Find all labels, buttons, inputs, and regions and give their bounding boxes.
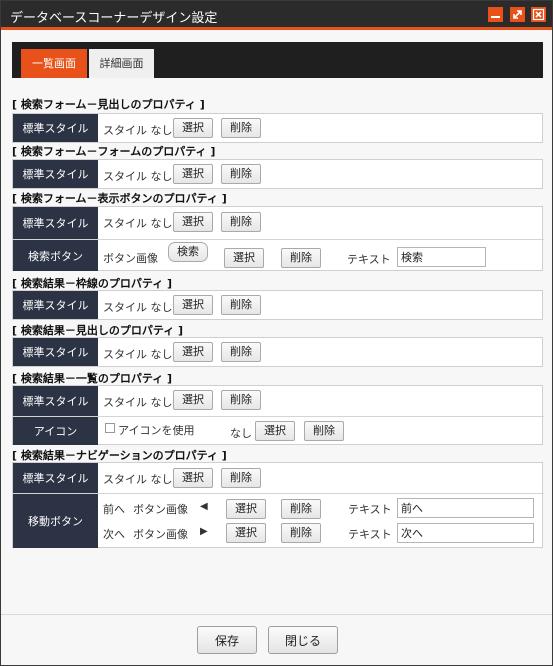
delete-button[interactable]: 削除 (221, 295, 261, 315)
section-title-search-button: [ 検索フォーム－表示ボタンのプロパティ ] (12, 192, 227, 205)
next-text-input[interactable] (397, 523, 534, 543)
next-arrow-icon: ▶ (200, 526, 208, 537)
text-label: テキスト (347, 253, 391, 266)
prev-select-button[interactable]: 選択 (226, 499, 266, 519)
delete-button[interactable]: 削除 (221, 164, 261, 184)
minimize-icon[interactable] (488, 7, 503, 22)
row-label-search-button: 検索ボタン (13, 240, 98, 271)
tab-bar: 一覧画面 詳細画面 (12, 42, 543, 78)
delete-button[interactable]: 削除 (221, 342, 261, 362)
style-row-result-heading: 標準スタイル スタイル なし 選択 削除 (12, 337, 543, 367)
style-value: スタイル なし (103, 473, 173, 486)
delete-button[interactable]: 削除 (221, 118, 261, 138)
next-select-button[interactable]: 選択 (226, 523, 266, 543)
next-delete-button[interactable]: 削除 (281, 523, 321, 543)
icon-none-text: なし (230, 427, 252, 440)
row-label: 標準スタイル (13, 114, 98, 142)
section-title-result-border: [ 検索結果－枠線のプロパティ ] (12, 277, 173, 290)
row-label: 標準スタイル (13, 207, 98, 239)
delete-button[interactable]: 削除 (221, 212, 261, 232)
section-title-result-navigation: [ 検索結果－ナビゲーションのプロパティ ] (12, 449, 227, 462)
next-image-text: ボタン画像 (133, 528, 188, 541)
prev-delete-button[interactable]: 削除 (281, 499, 321, 519)
select-button[interactable]: 選択 (255, 421, 295, 441)
use-icon-label: アイコンを使用 (118, 424, 195, 437)
section-title-result-list: [ 検索結果－一覧のプロパティ ] (12, 372, 173, 385)
select-button[interactable]: 選択 (173, 118, 213, 138)
row-label: 標準スタイル (13, 386, 98, 416)
select-button[interactable]: 選択 (173, 390, 213, 410)
style-value: スタイル なし (103, 170, 173, 183)
section-title-search-heading: [ 検索フォーム－見出しのプロパティ ] (12, 98, 205, 111)
delete-button[interactable]: 削除 (281, 248, 321, 268)
close-button[interactable]: 閉じる (268, 626, 338, 654)
tab-list-view[interactable]: 一覧画面 (21, 49, 87, 78)
select-button[interactable]: 選択 (173, 295, 213, 315)
prev-image-text: ボタン画像 (133, 503, 188, 516)
style-row-result-border: 標準スタイル スタイル なし 選択 削除 (12, 290, 543, 320)
dialog-footer: 保存 閉じる (1, 614, 552, 665)
style-value: スタイル なし (103, 124, 173, 137)
delete-button[interactable]: 削除 (221, 390, 261, 410)
row-label: 標準スタイル (13, 160, 98, 188)
use-icon-checkbox[interactable] (105, 423, 115, 433)
style-value: スタイル なし (103, 217, 173, 230)
search-button-text-input[interactable] (397, 247, 486, 267)
style-value: スタイル なし (103, 301, 173, 314)
next-direction-text: 次へ (103, 528, 125, 541)
title-bar[interactable]: データベースコーナーデザイン設定 (1, 1, 552, 30)
select-button[interactable]: 選択 (224, 248, 264, 268)
dialog-window: データベースコーナーデザイン設定 一覧画面 詳細画面 [ 検索フォーム－見出しの… (0, 0, 553, 666)
delete-button[interactable]: 削除 (221, 468, 261, 488)
select-button[interactable]: 選択 (173, 468, 213, 488)
style-row-search-button: 標準スタイル スタイル なし 選択 削除 検索ボタン ボタン画像 検索 選択 削… (12, 206, 544, 271)
maximize-icon[interactable] (510, 7, 525, 22)
window-title: データベースコーナーデザイン設定 (10, 11, 218, 26)
row-label-icon: アイコン (13, 417, 98, 445)
select-button[interactable]: 選択 (173, 212, 213, 232)
tab-detail-view[interactable]: 詳細画面 (89, 49, 154, 78)
style-row-result-navigation: 標準スタイル スタイル なし 選択 削除 移動ボタン 前へ ボタン画像 ◀ 選択… (12, 462, 544, 548)
delete-button[interactable]: 削除 (304, 421, 344, 441)
button-image-text: ボタン画像 (103, 252, 158, 265)
section-title-result-heading: [ 検索結果－見出しのプロパティ ] (12, 324, 184, 337)
prev-text-label: テキスト (348, 503, 392, 516)
next-text-label: テキスト (348, 528, 392, 541)
style-row-search-form: 標準スタイル スタイル なし 選択 削除 (12, 159, 543, 189)
row-label-move-button: 移動ボタン (13, 494, 98, 548)
prev-arrow-icon: ◀ (200, 501, 208, 512)
style-row-search-heading: 標準スタイル スタイル なし 選択 削除 (12, 113, 543, 143)
prev-direction-text: 前へ (103, 503, 125, 516)
prev-text-input[interactable] (397, 498, 534, 518)
style-row-result-list: 標準スタイル スタイル なし 選択 削除 アイコン アイコンを使用 なし 選択 … (12, 385, 544, 445)
row-label: 標準スタイル (13, 463, 98, 493)
row-label: 標準スタイル (13, 338, 98, 366)
section-title-search-form: [ 検索フォーム－フォームのプロパティ ] (12, 145, 216, 158)
style-value: スタイル なし (103, 396, 173, 409)
select-button[interactable]: 選択 (173, 164, 213, 184)
select-button[interactable]: 選択 (173, 342, 213, 362)
close-icon[interactable] (531, 7, 546, 22)
style-value: スタイル なし (103, 348, 173, 361)
row-label: 標準スタイル (13, 291, 98, 319)
search-button-preview[interactable]: 検索 (168, 242, 208, 262)
save-button[interactable]: 保存 (197, 626, 257, 654)
